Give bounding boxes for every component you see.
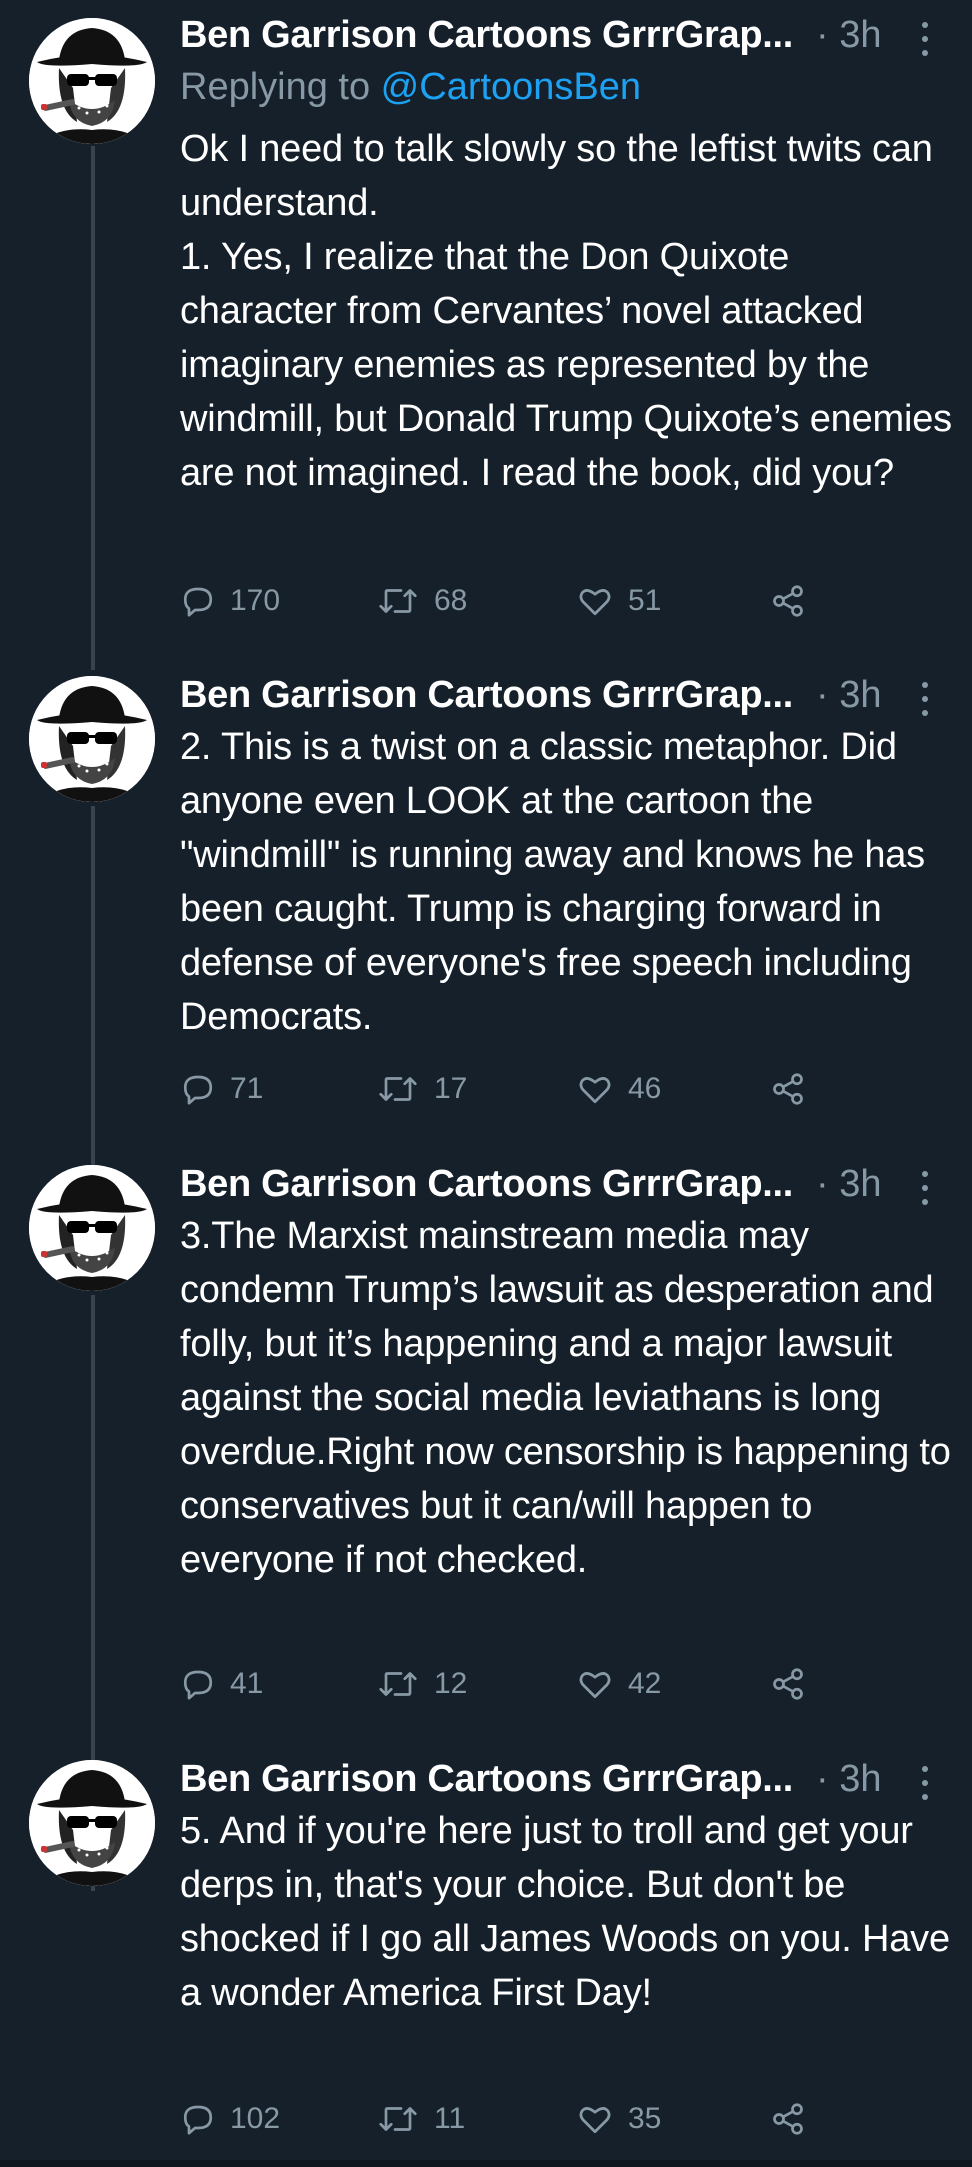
replying-label: Replying to [180, 66, 381, 108]
heart-icon [579, 1672, 611, 1699]
like-count: 35 [628, 2102, 662, 2135]
retweet-icon [379, 1077, 417, 1101]
tweet-header: Ben Garrison Cartoons GrrrGrap... · 3h [180, 10, 940, 66]
retweet-icon [379, 2107, 417, 2131]
share-button[interactable] [770, 576, 806, 626]
retweet-button[interactable]: 68 [376, 576, 467, 626]
reply-button[interactable]: 170 [180, 576, 280, 626]
bottom-divider [0, 2160, 972, 2167]
more-vertical-icon[interactable] [913, 18, 937, 62]
reply-count: 102 [230, 2102, 281, 2135]
reply-icon [183, 1075, 213, 1105]
timestamp[interactable]: · 3h [816, 14, 881, 57]
like-button[interactable]: 46 [576, 1064, 661, 1114]
reply-count: 170 [230, 584, 281, 617]
avatar[interactable] [29, 1760, 155, 1886]
reply-icon [183, 1670, 213, 1700]
retweet-count: 11 [434, 2102, 466, 2135]
tweet-actions: 170 68 51 [180, 576, 820, 626]
avatar[interactable] [29, 18, 155, 144]
retweet-button[interactable]: 12 [376, 1659, 467, 1709]
timestamp[interactable]: · 3h [816, 1758, 881, 1801]
retweet-icon [379, 589, 417, 613]
tweet-text: 3.The Marxist mainstream media may conde… [180, 1215, 951, 1581]
tweet-header: Ben Garrison Cartoons GrrrGrap... · 3h [180, 670, 940, 726]
timestamp[interactable]: · 3h [816, 674, 881, 717]
more-vertical-icon[interactable] [913, 1762, 937, 1806]
share-icon [773, 585, 803, 617]
reply-button[interactable]: 102 [180, 2094, 280, 2144]
replying-to: Replying to @CartoonsBen [180, 66, 641, 109]
more-vertical-icon[interactable] [913, 1167, 937, 1211]
reply-count: 71 [230, 1072, 264, 1105]
reply-icon [183, 2105, 213, 2135]
reply-count: 41 [230, 1667, 264, 1700]
avatar-cartoon-portrait-icon [29, 1165, 155, 1291]
retweet-icon [379, 1672, 417, 1696]
retweet-button[interactable]: 11 [376, 2094, 465, 2144]
author-name[interactable]: Ben Garrison Cartoons GrrrGrap... [180, 14, 793, 57]
tweet-header: Ben Garrison Cartoons GrrrGrap... · 3h [180, 1754, 940, 1810]
like-button[interactable]: 42 [576, 1659, 661, 1709]
heart-icon [579, 2107, 611, 2134]
tweet-actions: 41 12 42 [180, 1659, 820, 1709]
avatar[interactable] [29, 1165, 155, 1291]
share-icon [773, 1668, 803, 1700]
tweet-text: 5. And if you're here just to troll and … [180, 1810, 950, 2014]
avatar[interactable] [29, 676, 155, 802]
timestamp[interactable]: · 3h [816, 1163, 881, 1206]
like-count: 46 [628, 1072, 662, 1105]
author-name[interactable]: Ben Garrison Cartoons GrrrGrap... [180, 1163, 793, 1206]
avatar-cartoon-portrait-icon [29, 676, 155, 802]
share-button[interactable] [770, 1064, 806, 1114]
thread-connector [91, 146, 95, 670]
avatar-cartoon-portrait-icon [29, 1760, 155, 1886]
tweet-text: 2. This is a twist on a classic metaphor… [180, 726, 925, 1038]
author-name[interactable]: Ben Garrison Cartoons GrrrGrap... [180, 1758, 793, 1801]
share-button[interactable] [770, 1659, 806, 1709]
reply-button[interactable]: 41 [180, 1659, 263, 1709]
more-vertical-icon[interactable] [913, 678, 937, 722]
like-button[interactable]: 51 [576, 576, 661, 626]
retweet-count: 68 [434, 584, 468, 617]
share-icon [773, 2103, 803, 2135]
reply-icon [183, 587, 213, 617]
author-name[interactable]: Ben Garrison Cartoons GrrrGrap... [180, 674, 793, 717]
heart-icon [579, 1077, 611, 1104]
share-icon [773, 1073, 803, 1105]
retweet-button[interactable]: 17 [376, 1064, 467, 1114]
reply-button[interactable]: 71 [180, 1064, 263, 1114]
replying-handle-link[interactable]: @CartoonsBen [381, 66, 641, 108]
tweet-actions: 71 17 46 [180, 1064, 820, 1114]
tweet-header: Ben Garrison Cartoons GrrrGrap... · 3h [180, 1159, 940, 1215]
tweet-actions: 102 11 35 [180, 2094, 820, 2144]
heart-icon [579, 589, 611, 616]
retweet-count: 17 [434, 1072, 468, 1105]
like-count: 51 [628, 584, 662, 617]
share-button[interactable] [770, 2094, 806, 2144]
like-button[interactable]: 35 [576, 2094, 661, 2144]
avatar-cartoon-portrait-icon [29, 18, 155, 144]
like-count: 42 [628, 1667, 662, 1700]
tweet-text: Ok I need to talk slowly so the leftist … [180, 128, 952, 494]
retweet-count: 12 [434, 1667, 468, 1700]
